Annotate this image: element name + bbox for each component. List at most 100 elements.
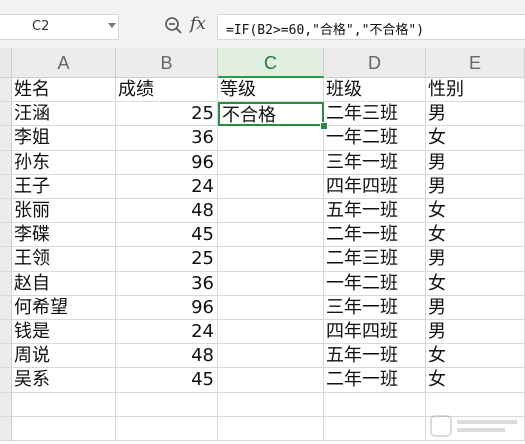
fill-handle[interactable] (320, 122, 328, 131)
row-header[interactable] (0, 126, 12, 151)
cell-score[interactable]: 96 (116, 295, 218, 320)
cell-grade[interactable] (218, 126, 324, 151)
cell-grade[interactable] (218, 320, 324, 345)
cell-name[interactable]: 吴系 (12, 368, 116, 393)
cell-gender[interactable]: 男 (426, 174, 525, 199)
cell-score[interactable]: 96 (116, 150, 218, 175)
cell-grade[interactable] (218, 295, 324, 320)
empty-cell[interactable] (116, 416, 218, 441)
cell-class[interactable]: 二年三班 (324, 247, 426, 272)
empty-cell[interactable] (12, 392, 116, 417)
row-header[interactable] (0, 344, 12, 369)
header-cell-name[interactable]: 姓名 (12, 78, 116, 103)
row-header[interactable] (0, 247, 12, 272)
cell-grade[interactable] (218, 271, 324, 296)
cell-name[interactable]: 汪涵 (12, 102, 116, 127)
header-cell-grade[interactable]: 等级 (218, 78, 324, 103)
cell-name[interactable]: 李姐 (12, 126, 116, 151)
dropdown-caret-icon[interactable] (108, 23, 116, 28)
cell-gender[interactable]: 女 (426, 126, 525, 151)
select-all-corner[interactable] (0, 48, 12, 78)
header-cell-gender[interactable]: 性别 (426, 78, 525, 103)
column-header-c[interactable]: C (218, 48, 324, 78)
cell-gender[interactable]: 女 (426, 344, 525, 369)
cell-gender[interactable]: 男 (426, 295, 525, 320)
cell-class[interactable]: 二年一班 (324, 223, 426, 248)
empty-cell[interactable] (324, 416, 426, 441)
cell-class[interactable]: 三年一班 (324, 295, 426, 320)
empty-cell[interactable] (12, 416, 116, 441)
cell-name[interactable]: 李碟 (12, 223, 116, 248)
cell-name[interactable]: 张丽 (12, 199, 116, 224)
cell-name[interactable]: 钱是 (12, 320, 116, 345)
cell-score[interactable]: 48 (116, 199, 218, 224)
row-header[interactable] (0, 295, 12, 320)
cell-gender[interactable]: 女 (426, 271, 525, 296)
row-header[interactable] (0, 78, 12, 103)
cell-name[interactable]: 周说 (12, 344, 116, 369)
cell-gender[interactable]: 女 (426, 368, 525, 393)
cell-grade[interactable] (218, 150, 324, 175)
cell-class[interactable]: 四年四班 (324, 174, 426, 199)
cell-class[interactable]: 二年一班 (324, 368, 426, 393)
cell-gender[interactable]: 男 (426, 150, 525, 175)
cell-grade[interactable] (218, 199, 324, 224)
cell-name[interactable]: 王子 (12, 174, 116, 199)
cell-name[interactable]: 王领 (12, 247, 116, 272)
cell-score[interactable]: 48 (116, 344, 218, 369)
cell-grade[interactable] (218, 368, 324, 393)
cell-gender[interactable]: 女 (426, 199, 525, 224)
cell-grade[interactable] (218, 174, 324, 199)
empty-cell[interactable] (116, 392, 218, 417)
name-box[interactable]: C2 (0, 14, 119, 40)
cell-gender[interactable]: 女 (426, 223, 525, 248)
row-header[interactable] (0, 102, 12, 127)
cell-name[interactable]: 孙东 (12, 150, 116, 175)
row-header[interactable] (0, 174, 12, 199)
cell-class[interactable]: 五年一班 (324, 344, 426, 369)
cell-score[interactable]: 45 (116, 223, 218, 248)
selected-cell-c2[interactable]: 不合格 (218, 102, 324, 127)
zoom-formula-icon[interactable] (164, 16, 184, 36)
empty-cell[interactable] (324, 392, 426, 417)
cell-score[interactable]: 25 (116, 102, 218, 127)
column-header-b[interactable]: B (116, 48, 218, 78)
fx-icon[interactable]: fx (190, 14, 206, 34)
cell-class[interactable]: 一年二班 (324, 271, 426, 296)
cell-name[interactable]: 赵自 (12, 271, 116, 296)
cell-gender[interactable]: 男 (426, 247, 525, 272)
empty-cell[interactable] (218, 416, 324, 441)
row-header[interactable] (0, 223, 12, 248)
row-header[interactable] (0, 271, 12, 296)
column-header-e[interactable]: E (426, 48, 525, 78)
cell-class[interactable]: 四年四班 (324, 320, 426, 345)
cell-grade[interactable] (218, 247, 324, 272)
cell-grade[interactable] (218, 344, 324, 369)
cell-score[interactable]: 36 (116, 126, 218, 151)
cell-grade[interactable] (218, 223, 324, 248)
cell-gender[interactable]: 男 (426, 102, 525, 127)
row-header[interactable] (0, 199, 12, 224)
cell-score[interactable]: 24 (116, 320, 218, 345)
row-header[interactable] (0, 320, 12, 345)
cell-score[interactable]: 24 (116, 174, 218, 199)
row-header[interactable] (0, 392, 12, 417)
cell-score[interactable]: 36 (116, 271, 218, 296)
row-header[interactable] (0, 150, 12, 175)
empty-cell[interactable] (218, 392, 324, 417)
column-header-d[interactable]: D (324, 48, 426, 78)
header-cell-class[interactable]: 班级 (324, 78, 426, 103)
cell-class[interactable]: 三年一班 (324, 150, 426, 175)
row-header[interactable] (0, 368, 12, 393)
cell-class[interactable]: 二年三班 (324, 102, 426, 127)
header-cell-score[interactable]: 成绩 (116, 78, 218, 103)
formula-input[interactable]: =IF(B2>=60,"合格","不合格") (217, 14, 525, 40)
cell-class[interactable]: 一年二班 (324, 126, 426, 151)
cell-score[interactable]: 45 (116, 368, 218, 393)
cell-name[interactable]: 何希望 (12, 295, 116, 320)
cell-score[interactable]: 25 (116, 247, 218, 272)
column-header-a[interactable]: A (12, 48, 116, 78)
row-header[interactable] (0, 416, 12, 441)
cell-class[interactable]: 五年一班 (324, 199, 426, 224)
cell-gender[interactable]: 男 (426, 320, 525, 345)
